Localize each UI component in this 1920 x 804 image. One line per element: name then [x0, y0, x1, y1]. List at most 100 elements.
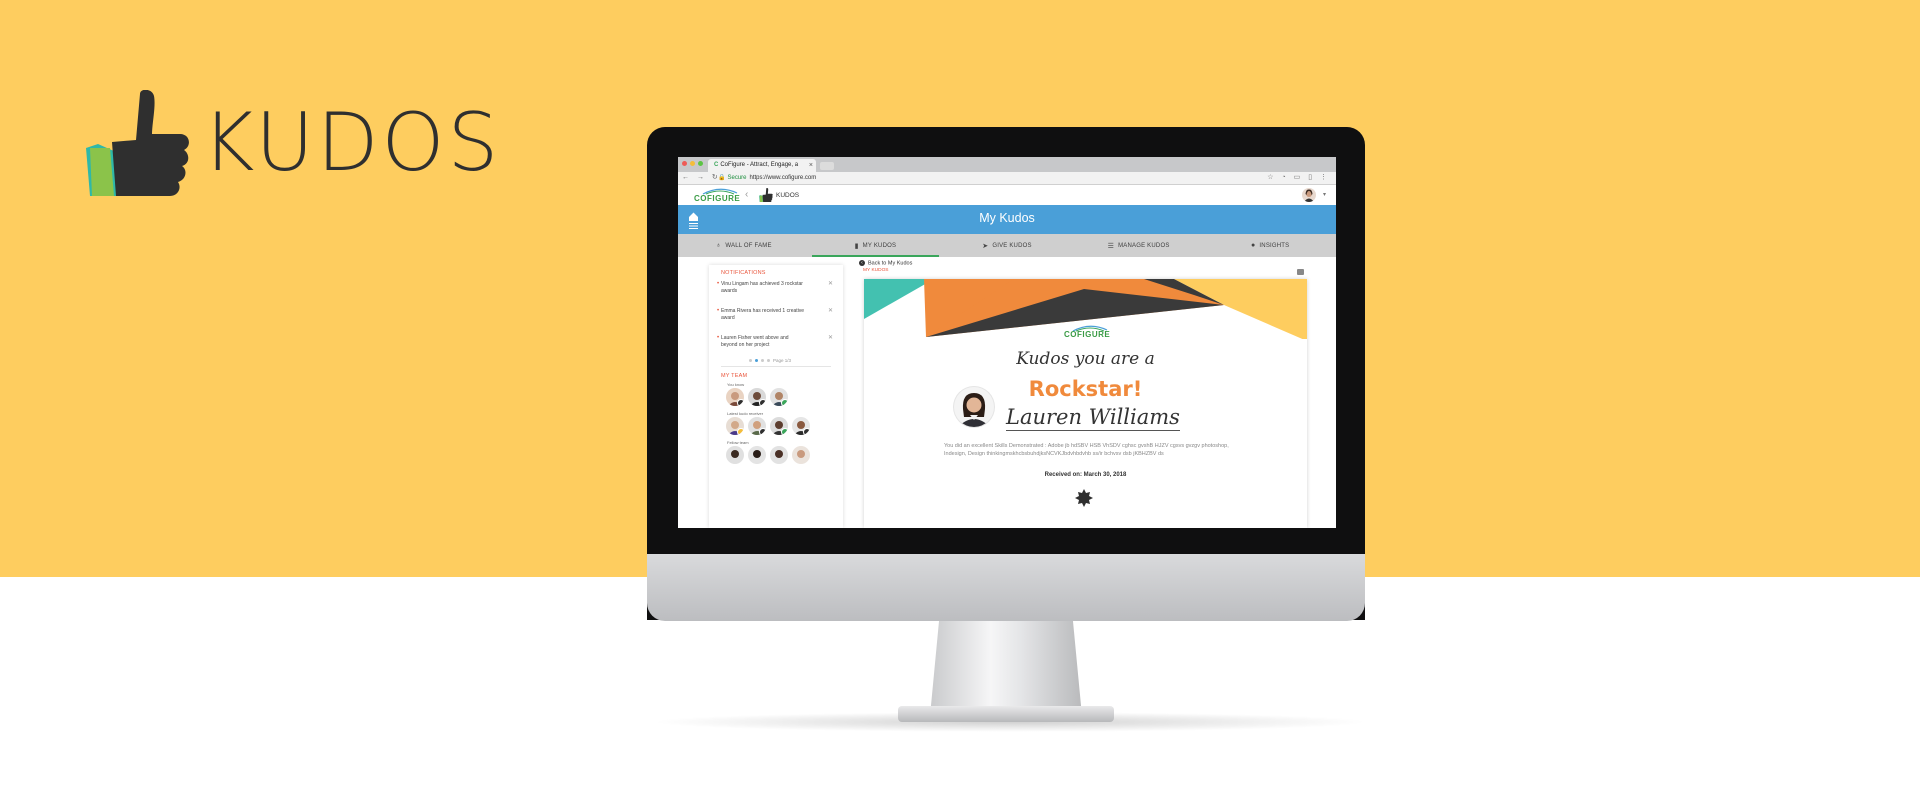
received-date: Received on: March 30, 2018 [864, 472, 1307, 478]
award-badge [759, 399, 766, 406]
minimize-window-icon[interactable] [690, 161, 695, 166]
user-avatar[interactable] [1302, 188, 1316, 202]
award-badge [781, 428, 788, 435]
module-label: KUDOS [776, 192, 800, 199]
notification-text: Emma Rivera has received 1 creative awar… [721, 308, 805, 321]
favicon-icon: C [714, 162, 719, 168]
breadcrumb[interactable]: MY KUDOS [863, 268, 889, 273]
recipient-name: Lauren Williams [1006, 405, 1180, 431]
pager-label: Page 1/3 [773, 358, 792, 363]
monitor-stand [930, 620, 1082, 716]
lightbulb-icon: ● [1250, 242, 1256, 249]
tab-label: INSIGHTS [1259, 242, 1290, 249]
chevron-left-icon[interactable]: ‹ [745, 189, 748, 200]
back-link-label: Back to My Kudos [868, 260, 913, 267]
chevron-down-icon[interactable]: ▾ [1323, 191, 1326, 198]
notification-item[interactable]: • Emma Rivera has received 1 creative aw… [717, 308, 833, 322]
close-icon[interactable]: ✕ [828, 308, 833, 315]
arrow-left-icon: ‹ [859, 260, 865, 266]
avatar[interactable] [770, 446, 788, 464]
badge-icon: ▮ [854, 242, 859, 250]
lock-icon: 🔒 [718, 175, 726, 181]
tab-label: GIVE KUDOS [992, 242, 1032, 249]
tab-label: MY KUDOS [862, 242, 897, 249]
close-icon[interactable]: ✕ [828, 335, 833, 342]
team-avatar-row [726, 417, 810, 435]
maximize-window-icon[interactable] [698, 161, 703, 166]
certificate-heading: Kudos you are a [1016, 349, 1155, 369]
notification-text: Vinu Lingam has achieved 3 rockstar awar… [721, 281, 803, 294]
avatar[interactable] [748, 388, 766, 406]
tab-label: WALL OF FAME [725, 242, 772, 249]
award-badge [781, 399, 788, 406]
team-group-label: Fellow team [727, 440, 749, 445]
tab-wall-of-fame[interactable]: ♁ WALL OF FAME [678, 234, 810, 257]
team-group-label: Latest kudo receiver [727, 411, 764, 416]
tab-my-kudos[interactable]: ▮ MY KUDOS [810, 234, 942, 257]
team-title: MY TEAM [721, 373, 748, 379]
close-icon[interactable]: ✕ [828, 281, 833, 288]
page-banner: My Kudos [678, 205, 1336, 234]
address-bar[interactable]: ← → ↻ 🔒 Secure https://www.cofigure.com ☆ … [678, 172, 1336, 185]
avatar[interactable] [792, 446, 810, 464]
window-controls[interactable] [682, 161, 703, 166]
team-avatar-row [726, 446, 810, 464]
page-dot[interactable] [749, 359, 752, 362]
send-icon: ➤ [982, 242, 989, 250]
award-title: Rockstar! [1028, 377, 1143, 401]
tab-label: MANAGE KUDOS [1118, 242, 1170, 249]
main-content: NOTIFICATIONS • Vinu Lingam has achieved… [678, 257, 1336, 528]
tab-manage-kudos[interactable]: ☰ MANAGE KUDOS [1073, 234, 1205, 257]
award-seal-icon [1075, 489, 1093, 507]
new-tab-button[interactable] [820, 162, 834, 170]
avatar[interactable] [748, 446, 766, 464]
url-text: https://www.cofigure.com [749, 175, 817, 181]
page-dot[interactable] [755, 359, 758, 362]
cofigure-logo[interactable]: COFIGURE [694, 187, 744, 203]
recipient-photo [954, 387, 994, 427]
browser-nav-icons[interactable]: ← → ↻ [682, 173, 721, 181]
award-badge [737, 399, 744, 406]
kudos-thumbs-up-icon [759, 188, 773, 202]
back-to-my-kudos-link[interactable]: ‹ Back to My Kudos [859, 260, 912, 266]
avatar[interactable] [726, 417, 744, 435]
avatar[interactable] [726, 388, 744, 406]
secure-label: Secure [727, 175, 747, 181]
page-dot[interactable] [761, 359, 764, 362]
bullet-icon: • [717, 281, 720, 287]
notification-item[interactable]: • Lauren Fisher went above and beyond on… [717, 335, 833, 349]
award-badge [737, 428, 744, 435]
avatar[interactable] [770, 388, 788, 406]
brand-logo: KUDOS [86, 88, 501, 198]
notifications-panel: NOTIFICATIONS • Vinu Lingam has achieved… [709, 265, 843, 528]
avatar[interactable] [726, 446, 744, 464]
avatar[interactable] [748, 417, 766, 435]
notifications-title: NOTIFICATIONS [721, 270, 766, 276]
notification-item[interactable]: • Vinu Lingam has achieved 3 rockstar aw… [717, 281, 833, 295]
notifications-pager[interactable]: Page 1/3 [749, 358, 791, 363]
trophy-icon: ♁ [715, 242, 722, 249]
brand-title: KUDOS [202, 96, 502, 189]
tab-insights[interactable]: ● INSIGHTS [1204, 234, 1336, 257]
print-icon[interactable] [1297, 269, 1304, 275]
browser-toolbar-icons[interactable]: ☆ ◔ ▭ ▯ ⋮ [1267, 173, 1330, 181]
nav-tabs: ♁ WALL OF FAME ▮ MY KUDOS ➤ GIVE KUDOS ☰ MAN… [678, 234, 1336, 257]
browser-tab-bar: C CoFigure - Attract, Engage, a × [678, 157, 1336, 172]
certificate-logo: COFIGURE [1064, 324, 1114, 339]
monitor-chin [647, 554, 1365, 621]
url-field[interactable]: 🔒 Secure https://www.cofigure.com [718, 174, 816, 181]
avatar[interactable] [770, 417, 788, 435]
tab-title: CoFigure - Attract, Engage, a [720, 162, 799, 168]
monitor-base [898, 706, 1114, 722]
browser-tab[interactable]: C CoFigure - Attract, Engage, a × [708, 159, 816, 172]
award-badge [803, 428, 810, 435]
award-badge [759, 428, 766, 435]
close-window-icon[interactable] [682, 161, 687, 166]
received-date-value: March 30, 2018 [1083, 472, 1127, 478]
tab-close-icon[interactable]: × [809, 159, 813, 172]
page-dot[interactable] [767, 359, 770, 362]
tab-give-kudos[interactable]: ➤ GIVE KUDOS [941, 234, 1073, 257]
avatar[interactable] [792, 417, 810, 435]
team-avatar-row [726, 388, 788, 406]
logo-text: COFIGURE [694, 194, 741, 203]
